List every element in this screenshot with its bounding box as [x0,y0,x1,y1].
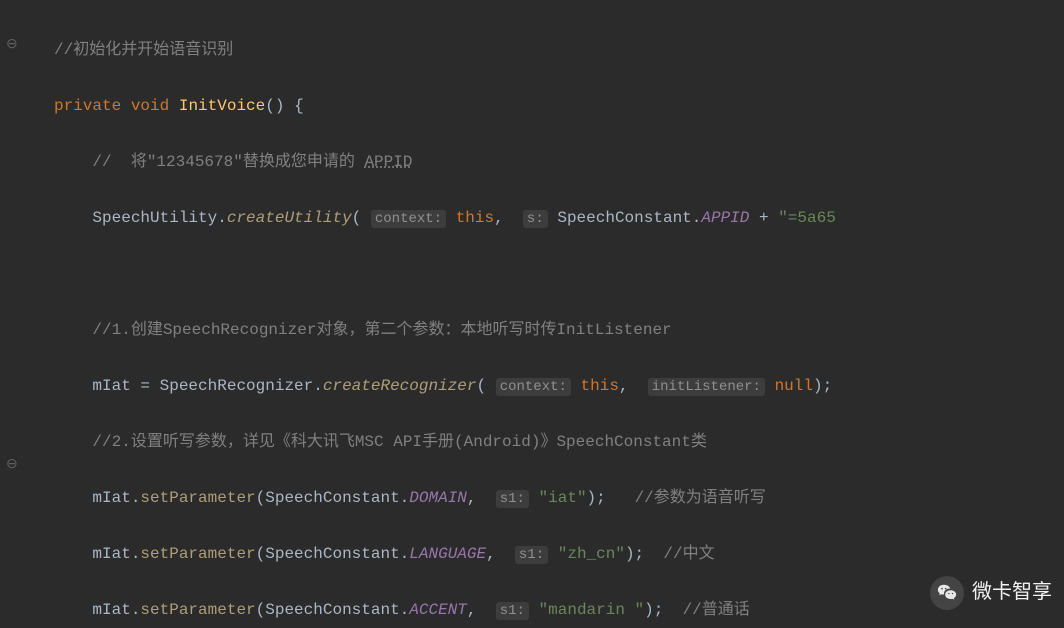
comment-underline: APPID [364,153,412,171]
code-line: mIat.setParameter(SpeechConstant.LANGUAG… [54,540,1064,568]
code-line: mIat.setParameter(SpeechConstant.DOMAIN,… [54,484,1064,512]
code-line: mIat.setParameter(SpeechConstant.ACCENT,… [54,596,1064,624]
param-hint: s1: [496,490,529,508]
keyword: private [54,97,121,115]
identifier: mIat [92,601,130,619]
code-line: //2.设置听写参数，详见《科大讯飞MSC API手册(Android)》Spe… [54,428,1064,456]
code-line: private void InitVoice() { [54,92,1064,120]
string: "zh_cn" [558,545,625,563]
string: "=5a65 [778,209,836,227]
watermark: 微卡智享 [930,575,1052,610]
static-call: createRecognizer [323,377,477,395]
method-call: setParameter [140,545,255,563]
identifier: SpeechUtility [92,209,217,227]
blank-line [54,260,1064,288]
identifier: mIat [92,489,130,507]
keyword: this [456,209,494,227]
identifier: mIat [92,545,130,563]
identifier: SpeechConstant [265,545,399,563]
watermark-text: 微卡智享 [972,575,1052,610]
code-line: //1.创建SpeechRecognizer对象，第二个参数：本地听写时传Ini… [54,316,1064,344]
param-hint: initListener: [648,378,765,396]
method-call: setParameter [140,489,255,507]
comment: //参数为语音听写 [635,489,766,507]
code-line: //初始化并开始语音识别 [54,36,1064,64]
constant: LANGUAGE [409,545,486,563]
method-call: setParameter [140,601,255,619]
keyword: this [581,377,619,395]
punct: . [217,209,227,227]
wechat-icon [930,576,964,610]
comment: //初始化并开始语音识别 [54,41,233,59]
constant: ACCENT [409,601,467,619]
identifier: mIat [92,377,130,395]
code-line: SpeechUtility.createUtility( context: th… [54,204,1064,232]
identifier: SpeechConstant [265,489,399,507]
code-editor[interactable]: //初始化并开始语音识别 private void InitVoice() { … [0,0,1064,628]
keyword: null [775,377,813,395]
comment: //2.设置听写参数，详见《科大讯飞MSC API手册(Android)》Spe… [92,433,706,451]
comment: // 将"12345678"替换成您申请的 [92,153,364,171]
param-hint: context: [371,210,446,228]
code-line: // 将"12345678"替换成您申请的 APPID [54,148,1064,176]
static-call: createUtility [227,209,352,227]
punct: () { [265,97,303,115]
identifier: SpeechConstant [557,209,691,227]
param-hint: s: [523,210,548,228]
code-line: mIat = SpeechRecognizer.createRecognizer… [54,372,1064,400]
keyword: void [131,97,169,115]
comment: //1.创建SpeechRecognizer对象，第二个参数：本地听写时传Ini… [92,321,671,339]
param-hint: s1: [496,602,529,620]
identifier: SpeechConstant [265,601,399,619]
comment: //普通话 [683,601,750,619]
comment: //中文 [663,545,714,563]
string: "mandarin " [539,601,645,619]
method-name: InitVoice [179,97,265,115]
param-hint: context: [496,378,571,396]
string: "iat" [539,489,587,507]
identifier: SpeechRecognizer [160,377,314,395]
param-hint: s1: [515,546,548,564]
constant: DOMAIN [409,489,467,507]
constant: APPID [701,209,749,227]
